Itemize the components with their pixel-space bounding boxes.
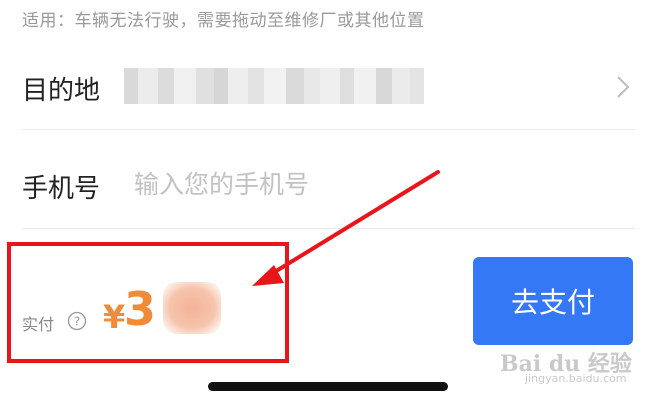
divider	[22, 129, 635, 130]
annotation-highlight-box	[7, 242, 289, 363]
pay-button[interactable]: 去支付	[473, 257, 633, 345]
watermark-url: jingyan.baidu.com	[525, 372, 627, 385]
destination-value-blurred[interactable]	[124, 68, 424, 104]
home-indicator	[208, 382, 448, 391]
phone-input[interactable]	[130, 164, 468, 204]
phone-label: 手机号	[22, 174, 101, 204]
chevron-right-icon[interactable]	[612, 74, 634, 100]
destination-label: 目的地	[22, 76, 101, 106]
divider	[22, 228, 635, 229]
usage-hint: 适用：车辆无法行驶，需要拖动至维修厂或其他位置	[22, 11, 425, 31]
